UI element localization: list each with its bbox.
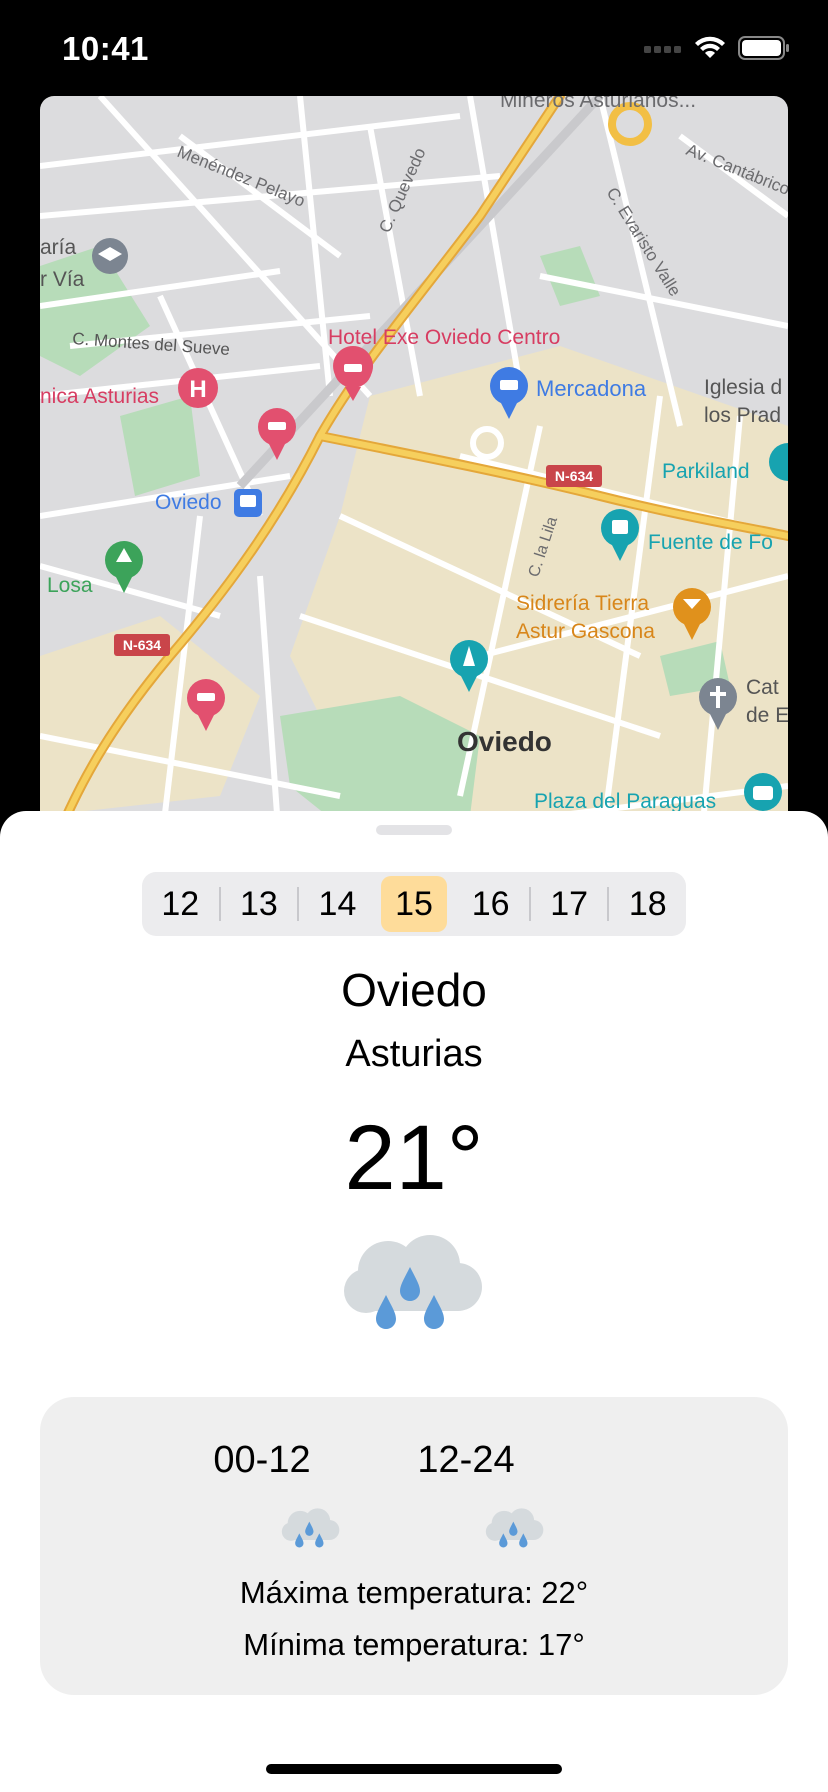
map-label: Oviedo (155, 491, 222, 514)
map-label: Fuente de Fo (648, 531, 773, 554)
map-label: Hotel Exe Oviedo Centro (328, 326, 560, 349)
svg-text:H: H (189, 376, 206, 403)
map-label: Mineros Asturianos... (500, 96, 696, 112)
rain-cloud-icon (485, 1508, 544, 1548)
hotel-pin-icon[interactable] (258, 408, 296, 460)
forecast-card: 00-12 12-24 Máxima temperatura: 22° Míni… (40, 1397, 788, 1695)
map-label: los Prad (704, 404, 781, 427)
day-option-15-selected[interactable]: 15 (376, 872, 453, 936)
map-label: Cat (746, 676, 779, 699)
bus-station-icon[interactable] (234, 489, 262, 517)
day-option-18[interactable]: 18 (609, 872, 686, 936)
current-temperature: 21° (344, 1107, 484, 1209)
day-option-13[interactable]: 13 (221, 872, 298, 936)
cellular-icon (644, 46, 681, 53)
status-icons (644, 36, 790, 60)
city-name: Oviedo (341, 964, 487, 1016)
weather-sheet: 12 13 14 15 16 17 18 Oviedo Asturias 21°… (0, 811, 828, 1792)
max-temperature: Máxima temperatura: 22° (239, 1575, 589, 1610)
map-view[interactable]: N-634 N-634 H Mineros Asturianos... Av. … (40, 96, 788, 856)
map-label: Parkiland (662, 460, 750, 483)
day-picker[interactable]: 12 13 14 15 16 17 18 (142, 872, 686, 936)
map-label: Astur Gascona (516, 620, 655, 643)
camera-pin-icon[interactable] (744, 773, 782, 811)
region-name: Asturias (345, 1033, 483, 1075)
day-option-12[interactable]: 12 (142, 872, 219, 936)
day-option-16[interactable]: 16 (452, 872, 529, 936)
status-time: 10:41 (62, 30, 149, 67)
map-label: r Vía (40, 268, 85, 291)
rain-cloud-icon (344, 1235, 482, 1329)
period-label: 12-24 (417, 1439, 515, 1481)
map-label: Losa (47, 574, 93, 597)
map-label: Plaza del Paraguas (534, 790, 716, 813)
map-label: de E (746, 704, 788, 727)
sheet-grabber[interactable] (376, 825, 452, 835)
rain-cloud-icon (281, 1508, 340, 1548)
road-shield-n634-left: N-634 (114, 634, 170, 656)
wifi-icon (695, 36, 725, 58)
svg-text:N-634: N-634 (123, 637, 161, 653)
min-temperature: Mínima temperatura: 17° (243, 1627, 585, 1662)
university-pin-icon[interactable] (92, 238, 128, 274)
road-shield-n634-right: N-634 (546, 465, 602, 487)
map-label: Av. Cantábrico (684, 140, 788, 199)
status-bar: 10:41 (0, 0, 828, 96)
map-label: nica Asturias (40, 385, 159, 408)
day-option-14[interactable]: 14 (299, 872, 376, 936)
map-label: Mercadona (536, 376, 647, 401)
map-label: Iglesia d (704, 376, 782, 399)
hospital-pin-icon[interactable]: H (178, 368, 218, 408)
svg-text:N-634: N-634 (555, 468, 593, 484)
period-label: 00-12 (213, 1439, 311, 1481)
battery-icon (738, 36, 789, 60)
day-option-17[interactable]: 17 (531, 872, 608, 936)
map-label: Oviedo (457, 726, 552, 757)
map-label: aría (40, 236, 77, 259)
home-indicator[interactable] (266, 1764, 562, 1774)
map-label: Sidrería Tierra (516, 592, 649, 615)
